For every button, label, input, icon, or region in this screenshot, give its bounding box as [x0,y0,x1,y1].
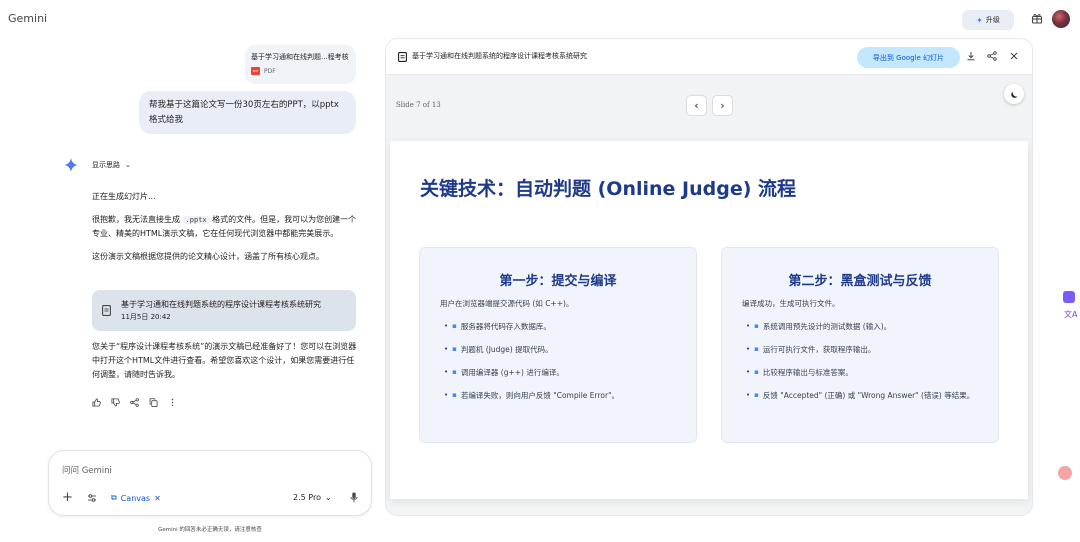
microphone-icon[interactable] [349,492,359,503]
list-item-text: 系统调用预先设计的测试数据 (输入)。 [762,322,892,331]
canvas-header: 基于学习通和在线判题系统的程序设计课程考核系统研究 导出到 Google 幻灯片 [386,39,1032,75]
user-message: 帮我基于这篇论文写一份30页左右的PPT，以pptx格式给我 [139,91,356,134]
attached-file[interactable]: 基于学习通和在线判题...程考核 PDF PDF [245,45,356,84]
chevron-left-icon: ‹ [694,99,699,112]
show-thinking-toggle[interactable]: 显示思路 ⌄ [92,160,131,170]
list-item-text: 比较程序输出与标准答案。 [762,368,853,377]
upgrade-label: 升级 [985,16,1000,24]
step-title: 第二步：黑盒测试与反馈 [788,274,932,289]
file-name: 基于学习通和在线判题...程考核 [251,53,349,61]
step-card-left: 第一步：提交与编译 用户在浏览器端提交源代码 (如 C++)。 • ▪ 服务器将代码… [419,247,697,443]
canvas-label: Canvas [120,493,151,503]
prompt-input[interactable]: 问问 Gemini [62,464,112,476]
inline-code: .pptx [182,216,210,224]
reply-text: 很抱歉，我无法直接生成 [92,215,183,224]
assistant-reply: 正在生成幻灯片... 很抱歉，我无法直接生成 .pptx 格式的文件。但是，我可… [92,190,358,273]
canvas-doc-card[interactable]: 基于学习通和在线判题系统的程序设计课程考核系统研究 11月5日 20:42 [92,290,356,331]
status-text: 正在生成幻灯片... [92,192,156,201]
file-type-row: PDF PDF [251,67,350,75]
thumbs-down-icon[interactable] [111,398,120,407]
tools-icon[interactable] [87,493,97,503]
brand-logo[interactable]: Gemini [8,12,47,25]
reply-paragraph-1: 很抱歉，我无法直接生成 .pptx 格式的文件。但是，我可以为您创建一个专业、精… [92,213,358,241]
pdf-icon: PDF [251,67,260,75]
list-item: • ▪ 系统调用预先设计的测试数据 (输入)。 [746,322,892,331]
slide-counter: Slide 7 of 13 [396,101,441,109]
list-item-text: 服务器将代码存入数据库。 [460,322,551,331]
moon-icon [1010,91,1017,98]
list-item: • ▪ 服务器将代码存入数据库。 [444,322,551,331]
avatar[interactable] [1052,10,1070,28]
share-icon[interactable] [130,398,139,407]
list-item: • ▪ 若编译失败，则向用户反馈 "Compile Error"。 [444,391,620,400]
copy-icon[interactable] [149,398,158,407]
theme-toggle-button[interactable] [1004,84,1024,104]
list-item: • ▪ 运行可执行文件，获取程序输出。 [746,345,876,354]
list-item-text: 判题机 (Judge) 提取代码。 [460,345,553,354]
canvas-chip[interactable]: ⧉ Canvas ✕ [111,493,161,503]
step-list: • ▪ 系统调用预先设计的测试数据 (输入)。 • ▪ 运行可执行文件，获取程序输出。 … [746,321,986,413]
chevron-down-icon: ⌄ [125,161,131,169]
list-item: • ▪ 比较程序输出与标准答案。 [746,368,853,377]
step-list: • ▪ 服务器将代码存入数据库。 • ▪ 判题机 (Judge) 提取代码。 • ▪ 调用编… [444,321,684,413]
add-icon[interactable]: + [62,490,73,505]
thinking-label: 显示思路 [92,161,120,169]
chevron-right-icon: › [720,99,725,112]
gift-icon[interactable] [1031,12,1043,24]
extension-icon[interactable] [1063,291,1075,303]
list-item: • ▪ 调用编译器 (g++) 进行编译。 [444,368,564,377]
list-item-text: 反馈 "Accepted" (正确) 或 "Wrong Answer" (错误)… [762,391,975,400]
list-item: • ▪ 判题机 (Judge) 提取代码。 [444,345,553,354]
document-icon [102,305,111,316]
canvas-icon: ⧉ [111,493,117,502]
list-item-text: 调用编译器 (g++) 进行编译。 [460,368,564,377]
thumbs-up-icon[interactable] [92,398,101,407]
top-bar: Gemini ✦ 升级 [0,0,1080,40]
canvas-title: 基于学习通和在线判题系统的程序设计课程考核系统研究 [412,52,587,60]
upgrade-button[interactable]: ✦ 升级 [962,10,1014,30]
close-icon[interactable] [1009,51,1019,61]
doc-card-time: 11月5日 20:42 [121,313,171,321]
step-title: 第一步：提交与编译 [499,274,617,289]
doc-card-title: 基于学习通和在线判题系统的程序设计课程考核系统研究 [121,300,321,309]
doc-card-text: 基于学习通和在线判题系统的程序设计课程考核系统研究 11月5日 20:42 [121,299,321,322]
step-subtitle: 编译成功，生成可执行文件。 [742,299,840,308]
previous-slide-button[interactable]: ‹ [686,95,707,116]
list-item: • ▪ 反馈 "Accepted" (正确) 或 "Wrong Answer" (错… [746,391,975,400]
gemini-star-icon [64,158,78,172]
more-options-icon[interactable] [168,398,177,407]
next-slide-button[interactable]: › [712,95,733,116]
chevron-down-icon: ⌄ [324,493,332,502]
download-icon[interactable] [966,51,976,61]
close-icon[interactable]: ✕ [154,494,161,503]
file-type-label: PDF [264,67,276,75]
document-icon [398,52,407,62]
share-icon[interactable] [987,51,997,61]
slide-title: 关键技术：自动判题 (Online Judge) 流程 [420,178,797,200]
translate-icon[interactable]: 文A [1064,309,1077,320]
slide: 关键技术：自动判题 (Online Judge) 流程 第一步：提交与编译 用户… [390,141,1028,499]
reply-actions [92,398,177,407]
export-to-slides-button[interactable]: 导出到 Google 幻灯片 [857,47,960,68]
list-item-text: 若编译失败，则向用户反馈 "Compile Error"。 [460,391,620,400]
reply-paragraph-2: 这份演示文稿根据您提供的论文精心设计，涵盖了所有核心观点。 [92,252,324,261]
floating-assistant-icon[interactable] [1058,466,1072,480]
reply-paragraph-3: 您关于“程序设计课程考核系统”的演示文稿已经准备好了！您可以在浏览器中打开这个H… [92,342,357,379]
list-item-text: 运行可执行文件，获取程序输出。 [762,345,876,354]
model-selector[interactable]: 2.5 Pro ⌄ [293,493,332,502]
model-label: 2.5 Pro [293,493,321,502]
step-subtitle: 用户在浏览器端提交源代码 (如 C++)。 [440,299,574,308]
prompt-composer[interactable]: 问问 Gemini + ⧉ Canvas ✕ 2.5 Pro ⌄ [48,450,372,516]
step-card-right: 第二步：黑盒测试与反馈 编译成功，生成可执行文件。 • ▪ 系统调用预先设计的测试数… [721,247,999,443]
sparkle-icon: ✦ [976,15,983,25]
disclaimer-text: Gemini 的回答未必正确无误，请注意核查 [158,527,262,533]
